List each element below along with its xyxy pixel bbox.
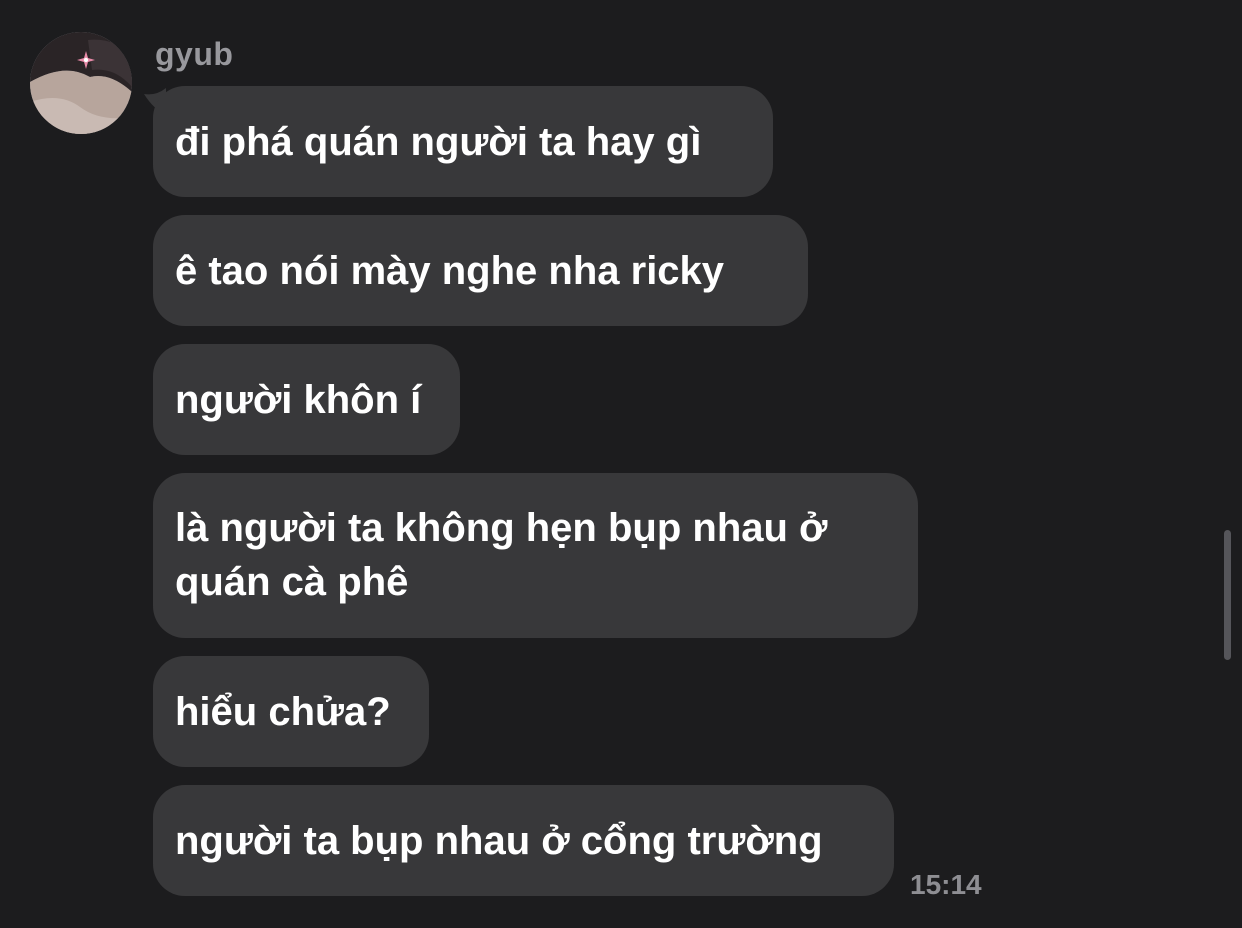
- message-text: người ta bụp nhau ở cổng trường: [175, 818, 823, 863]
- message-bubble[interactable]: là người ta không hẹn bụp nhau ở quán cà…: [153, 473, 918, 638]
- chat-thread[interactable]: gyub đi phá quán người ta hay gì ê tao n…: [0, 0, 1242, 928]
- message-text: đi phá quán người ta hay gì: [175, 119, 702, 164]
- avatar-photo-icon: [30, 32, 132, 134]
- message-bubble[interactable]: ê tao nói mày nghe nha ricky: [153, 215, 808, 326]
- message-bubble[interactable]: người ta bụp nhau ở cổng trường: [153, 785, 894, 896]
- message-text: hiểu chửa?: [175, 689, 391, 734]
- scrollbar[interactable]: [1224, 530, 1231, 660]
- message-bubble[interactable]: người khôn í: [153, 344, 460, 455]
- message-timestamp: 15:14: [910, 869, 982, 900]
- message-bubble[interactable]: hiểu chửa?: [153, 656, 429, 767]
- message-bubble[interactable]: đi phá quán người ta hay gì: [153, 86, 773, 197]
- message-text: ê tao nói mày nghe nha ricky: [175, 248, 725, 293]
- sender-avatar[interactable]: [30, 32, 132, 134]
- sender-name: gyub: [155, 36, 234, 72]
- message-text: là người ta không hẹn bụp nhau ở quán cà…: [175, 506, 828, 604]
- message-text: người khôn í: [175, 377, 422, 422]
